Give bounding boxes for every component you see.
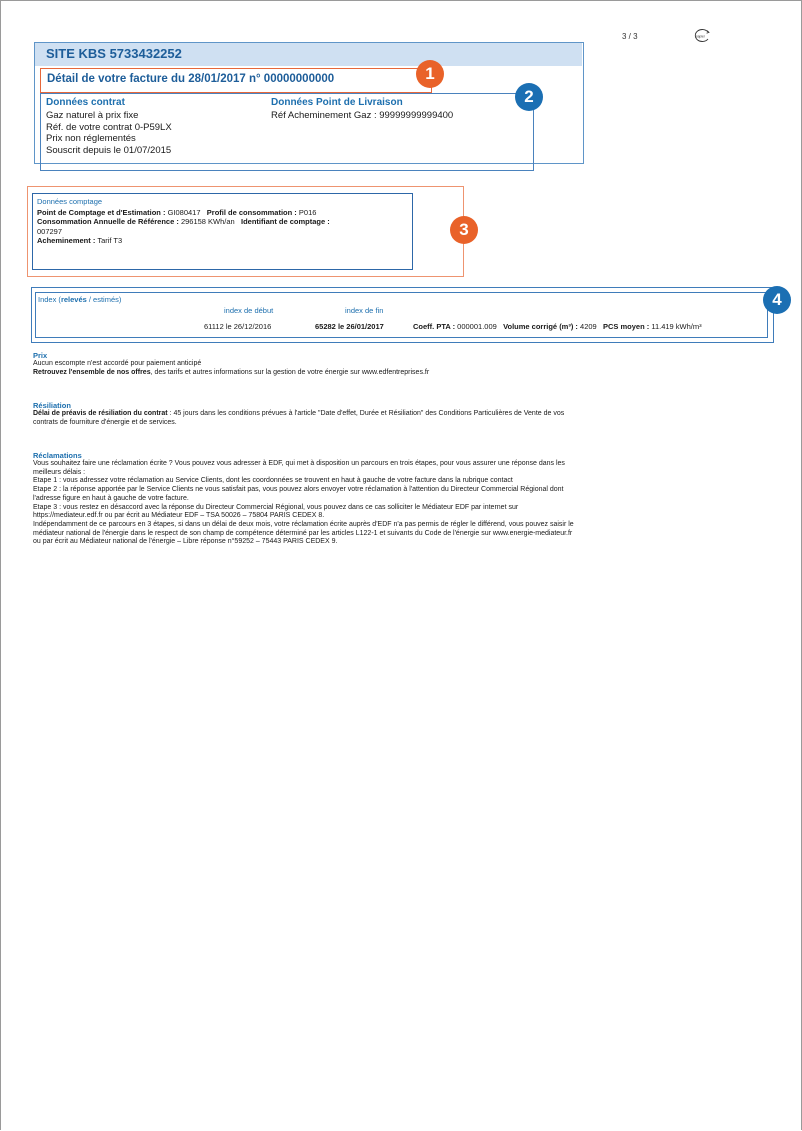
resiliation-rest: : 45 jours dans les conditions prévues à… [167, 410, 565, 417]
coeff-label: Coeff. PTA : [413, 322, 456, 331]
index-heading-suffix: / estimés) [86, 295, 122, 304]
pce-value: GI080417 [167, 207, 201, 217]
index-fin-header: index de fin [345, 306, 384, 315]
index-heading-prefix: Index ( [38, 295, 61, 304]
prix-section: Prix Aucun escompte n'est accordé pour p… [33, 351, 773, 377]
resiliation-title: Résiliation [33, 401, 71, 410]
profil-value: P016 [298, 207, 317, 217]
reclamations-line: Indépendamment de ce parcours en 3 étape… [33, 520, 574, 528]
reclamations-line: ou par écrit au Médiateur national de l'… [33, 538, 338, 546]
page-number: 3 / 3 [622, 32, 638, 41]
index-heading: Index (relevés / estimés) [38, 295, 121, 305]
contrat-line: Réf. de votre contrat 0-P59LX [46, 121, 172, 133]
index-metrics: Coeff. PTA : 000001.009 Volume corrigé (… [413, 322, 702, 332]
badge-4: 4 [763, 286, 791, 314]
badge-3: 3 [450, 216, 478, 244]
achem-value: Tarif T3 [97, 236, 123, 245]
pcs-label: PCS moyen : [602, 322, 650, 331]
reclamations-line: Etape 2 : la réponse apportée par le Ser… [33, 486, 564, 494]
prix-offres-bold: Retrouvez l'ensemble de nos offres [33, 368, 151, 376]
pce-label: Point de Comptage et d'Estimation : [37, 207, 166, 217]
prix-offres-rest: , des tarifs et autres informations sur … [150, 368, 430, 376]
prix-line: Aucun escompte n'est accordé pour paieme… [33, 360, 202, 367]
reclamations-line: l'adresse figure en haut à gauche de vot… [33, 494, 189, 502]
ident-value: 007297 [37, 226, 63, 236]
car-value: 296158 KWh/an [180, 217, 235, 226]
index-debut-header: index de début [224, 306, 274, 315]
coeff-value: 000001.009 [457, 322, 497, 331]
pcs-value: 11.419 kWh/m³ [651, 322, 702, 331]
index-heading-bold: relevés [60, 295, 87, 304]
index-debut-value: 61112 le 26/12/2016 [204, 322, 272, 331]
badge-2: 2 [515, 83, 543, 111]
reclamations-line: meilleurs délais : [33, 468, 86, 476]
reclamations-line: Etape 1 : vous adressez votre réclamatio… [33, 477, 513, 485]
prix-title: Prix [33, 351, 48, 360]
site-title: SITE KBS 5733432252 [46, 46, 182, 61]
volume-label: Volume corrigé (m³) : [503, 322, 578, 331]
car-label: Consommation Annuelle de Référence : [37, 217, 179, 226]
reclamations-line: Vous souhaitez faire une réclamation écr… [33, 460, 565, 467]
contrat-line: Gaz naturel à prix fixe [46, 110, 139, 121]
comptage-heading: Données comptage [37, 197, 103, 206]
resiliation-bold: Délai de préavis de résiliation du contr… [33, 410, 168, 417]
resiliation-line: contrats de fourniture d'énergie et de s… [33, 418, 177, 426]
contrat-details: Gaz naturel à prix fixe Réf. de votre co… [46, 110, 172, 156]
profil-label: Profil de consommation : [206, 207, 297, 217]
reclamations-title: Réclamations [33, 451, 82, 460]
volume-value: 4209 [580, 322, 597, 331]
contrat-line: Souscrit depuis le 01/07/2015 [46, 144, 172, 156]
livraison-heading: Données Point de Livraison [271, 97, 403, 108]
contrat-heading: Données contrat [46, 97, 125, 108]
resiliation-section: Résiliation Délai de préavis de résiliat… [33, 401, 773, 427]
achem-label: Acheminement : [37, 236, 96, 245]
ident-label: Identifiant de comptage : [241, 217, 330, 226]
index-fin-value: 65282 le 26/01/2017 [315, 322, 384, 331]
paper-logo-text: papier [696, 34, 706, 38]
reclamations-line: https://mediateur.edf.fr ou par écrit au… [33, 512, 325, 520]
contrat-line: Prix non réglementés [46, 133, 136, 144]
reclamations-line: Etape 3 : vous restez en désaccord avec … [33, 503, 519, 511]
paper-logo-icon: papier [692, 29, 711, 42]
livraison-ref: Réf Acheminement Gaz : 99999999999400 [271, 110, 454, 121]
facture-title: Détail de votre facture du 28/01/2017 n°… [47, 73, 335, 85]
badge-1: 1 [416, 60, 444, 88]
reclamations-section: Réclamations Vous souhaitez faire une ré… [33, 451, 778, 547]
comptage-details: Données comptage Point de Comptage et d'… [37, 197, 407, 246]
